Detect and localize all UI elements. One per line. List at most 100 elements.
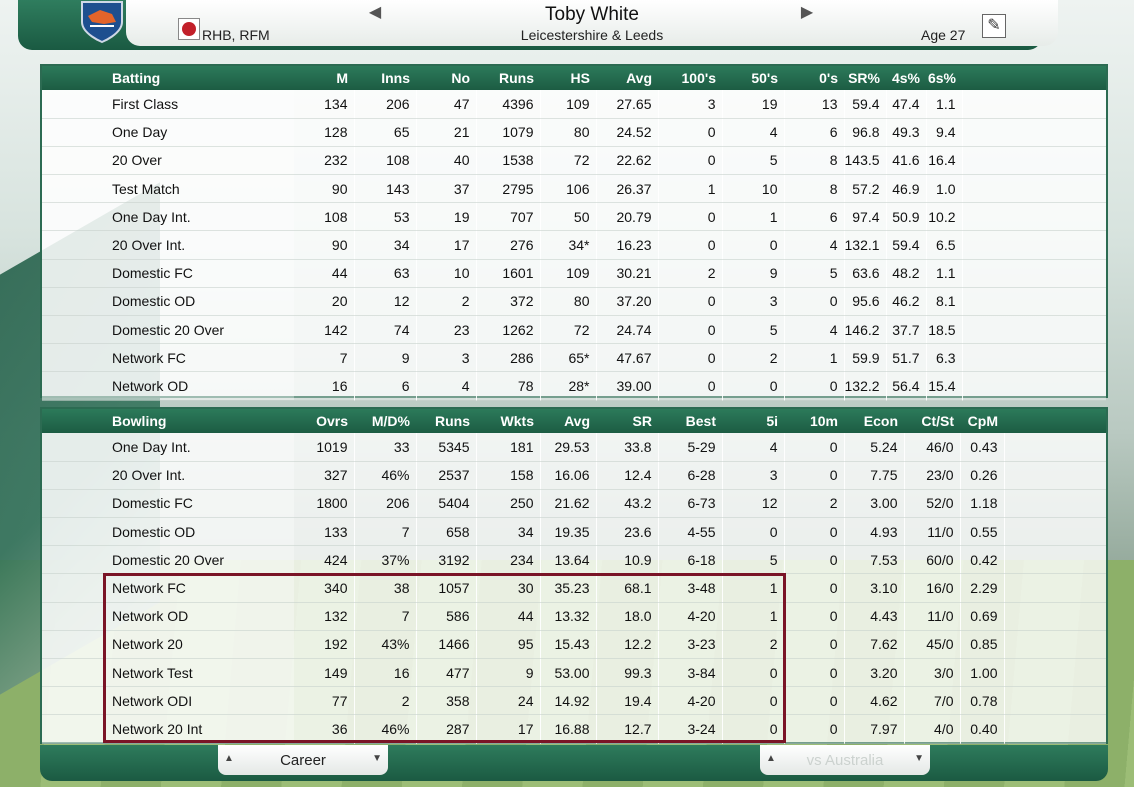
bowling-row-cell: 12.4 (596, 461, 659, 490)
bowling-row-cell: 0.42 (960, 545, 1005, 575)
bowling-row[interactable]: Network ODI 77 2 358 24 14.92 19.4 4-20 0 0 4.62 7/… (42, 686, 1106, 716)
bowling-row-cell: 0 (784, 658, 845, 688)
bowling-row-cell: 7.53 (844, 545, 905, 575)
batting-row-cell: 1.0 (926, 174, 963, 204)
edit-pencil-icon[interactable]: ✎ (982, 14, 1006, 38)
batting-row-cell: 39.00 (596, 371, 659, 401)
batting-row-spacer (962, 174, 1106, 204)
batting-row[interactable]: Network OD 16 6 4 78 28* 39.00 0 0 0 132.2 56.4 15.4 (42, 371, 1106, 401)
bowling-row[interactable]: Domestic FC 1800 206 5404 250 21.62 43.2 6-73 12… (42, 489, 1106, 519)
batting-row-spacer (962, 202, 1106, 232)
batting-row-cell: 2795 (476, 174, 541, 204)
batting-row-cell: 34* (540, 230, 597, 260)
batting-col-header: HS (540, 66, 596, 90)
batting-row-cell: 41.6 (886, 146, 927, 176)
batting-row-cell: 143 (354, 174, 417, 204)
batting-row-cell: 2 (658, 259, 723, 288)
batting-row-cell: 142 (294, 315, 355, 345)
batting-row[interactable]: Domestic OD 20 12 2 372 80 37.20 0 3 0 95.6 46.2 8.1 (42, 287, 1106, 317)
bowling-row-cell: 5 (722, 545, 785, 575)
batting-header-row: Batting M Inns No Runs HS Avg 100's 50's… (42, 66, 1106, 90)
batting-stats-panel: Batting M Inns No Runs HS Avg 100's 50's… (40, 64, 1108, 401)
batting-col-header: Avg (596, 66, 658, 90)
bowling-row[interactable]: Domestic OD 133 7 658 34 19.35 23.6 4-55 0 0 4.93 1… (42, 517, 1106, 547)
bowling-row-label: Domestic OD (42, 517, 294, 547)
player-header: RHB, RFM ◀ Toby White Leicestershire & L… (18, 0, 1058, 50)
bowling-stats-panel: Bowling Ovrs M/D% Runs Wkts Avg SR Best … (40, 407, 1108, 744)
team-crest-icon (81, 1, 123, 44)
bowling-row-cell: 0 (722, 517, 785, 547)
batting-row-label: Test Match (42, 174, 294, 204)
batting-row-cell: 0 (658, 146, 723, 176)
bowling-row-cell: 0 (784, 602, 845, 631)
bowling-row-cell: 43% (354, 630, 417, 660)
chevron-down-icon[interactable]: ▼ (914, 753, 924, 764)
chevron-down-icon[interactable]: ▼ (372, 753, 382, 764)
bowling-row-cell: 2.29 (960, 573, 1005, 603)
batting-row[interactable]: One Day Int. 108 53 19 707 50 20.79 0 1 6 97.4 50.9… (42, 202, 1106, 232)
bowling-row-cell: 9 (476, 658, 541, 688)
batting-row-cell: 90 (294, 230, 355, 260)
bowling-row-cell: 340 (294, 573, 355, 603)
bowling-row-cell: 3 (722, 461, 785, 490)
career-dropdown[interactable]: ▲ Career ▼ (218, 745, 388, 775)
batting-row-cell: 51.7 (886, 343, 927, 373)
batting-row[interactable]: Domestic 20 Over 142 74 23 1262 72 24.74 0 5 4 146… (42, 315, 1106, 345)
bowling-col-header: Avg (540, 409, 596, 433)
bowling-row-cell: 0.43 (960, 433, 1005, 462)
batting-row-cell: 1538 (476, 146, 541, 176)
batting-row[interactable]: First Class 134 206 47 4396 109 27.65 3 19 13 59.4… (42, 90, 1106, 119)
batting-row-label: One Day (42, 118, 294, 147)
batting-row[interactable]: 20 Over Int. 90 34 17 276 34* 16.23 0 0 4 132.1 59.… (42, 230, 1106, 260)
bowling-row-cell: 658 (416, 517, 477, 547)
batting-row[interactable]: Domestic FC 44 63 10 1601 109 30.21 2 9 5 63.6 48.2… (42, 259, 1106, 288)
batting-row-cell: 372 (476, 287, 541, 317)
bowling-row-spacer (1004, 573, 1106, 603)
bowling-row-cell: 0 (784, 686, 845, 716)
bowling-row[interactable]: Domestic 20 Over 424 37% 3192 234 13.64 10.9 6-… (42, 545, 1106, 575)
bowling-row-cell: 4-55 (658, 517, 723, 547)
batting-row-cell: 37 (416, 174, 477, 204)
bowling-col-header: Econ (844, 409, 904, 433)
bowling-row[interactable]: Network 20 192 43% 1466 95 15.43 12.2 3-23 2 0 7.6… (42, 630, 1106, 660)
batting-row-cell: 40 (416, 146, 477, 176)
bowling-row-cell: 5345 (416, 433, 477, 462)
bowling-row[interactable]: 20 Over Int. 327 46% 2537 158 16.06 12.4 6-28 3 0… (42, 461, 1106, 490)
bowling-row-cell: 3-84 (658, 658, 723, 688)
bowling-row-cell: 44 (476, 602, 541, 631)
batting-row[interactable]: Network FC 7 9 3 286 65* 47.67 0 2 1 59.9 51.7 6.3 (42, 343, 1106, 373)
batting-row-cell: 4396 (476, 90, 541, 119)
batting-row-cell: 48.2 (886, 259, 927, 288)
bowling-row-cell: 12.2 (596, 630, 659, 660)
bowling-row[interactable]: Network FC 340 38 1057 30 35.23 68.1 3-48 1 0 3.10… (42, 573, 1106, 603)
next-arrow-icon[interactable]: ▶ (798, 4, 816, 22)
bowling-row-cell: 1.18 (960, 489, 1005, 519)
bowling-row[interactable]: Network 20 Int 36 46% 287 17 16.88 12.7 3-24 0 0 7… (42, 714, 1106, 744)
bowling-row-cell: 358 (416, 686, 477, 716)
batting-row-cell: 37.7 (886, 315, 927, 345)
bowling-row[interactable]: Network OD 132 7 586 44 13.32 18.0 4-20 1 0 4.43 11… (42, 602, 1106, 631)
bowling-row[interactable]: Network Test 149 16 477 9 53.00 99.3 3-84 0 0 3.20… (42, 658, 1106, 688)
bowling-row-cell: 12.7 (596, 714, 659, 744)
batting-row-cell: 0 (784, 287, 845, 317)
bowling-row-cell: 19.4 (596, 686, 659, 716)
batting-col-header: Batting (42, 66, 294, 90)
bowling-row-cell: 3-48 (658, 573, 723, 603)
batting-row[interactable]: 20 Over 232 108 40 1538 72 22.62 0 5 8 143.5 41.6 16… (42, 146, 1106, 176)
batting-row-cell: 1 (658, 174, 723, 204)
bowling-row-cell: 424 (294, 545, 355, 575)
opponent-dropdown[interactable]: ▲ vs Australia ▼ (760, 745, 930, 775)
bowling-row-cell: 4-20 (658, 602, 723, 631)
bowling-row-cell: 18.0 (596, 602, 659, 631)
batting-row-cell: 4 (784, 230, 845, 260)
batting-row[interactable]: Test Match 90 143 37 2795 106 26.37 1 10 8 57.2 46.… (42, 174, 1106, 204)
batting-row-cell: 0 (658, 287, 723, 317)
bowling-row[interactable]: One Day Int. 1019 33 5345 181 29.53 33.8 5-29 4 0… (42, 433, 1106, 462)
bowling-col-header: 5i (722, 409, 784, 433)
bowling-row-cell: 2 (354, 686, 417, 716)
batting-row-cell: 96.8 (844, 118, 887, 147)
bowling-row-label: Domestic FC (42, 489, 294, 519)
batting-row-cell: 21 (416, 118, 477, 147)
batting-row-cell: 90 (294, 174, 355, 204)
batting-row[interactable]: One Day 128 65 21 1079 80 24.52 0 4 6 96.8 49.3 9.4 (42, 118, 1106, 147)
